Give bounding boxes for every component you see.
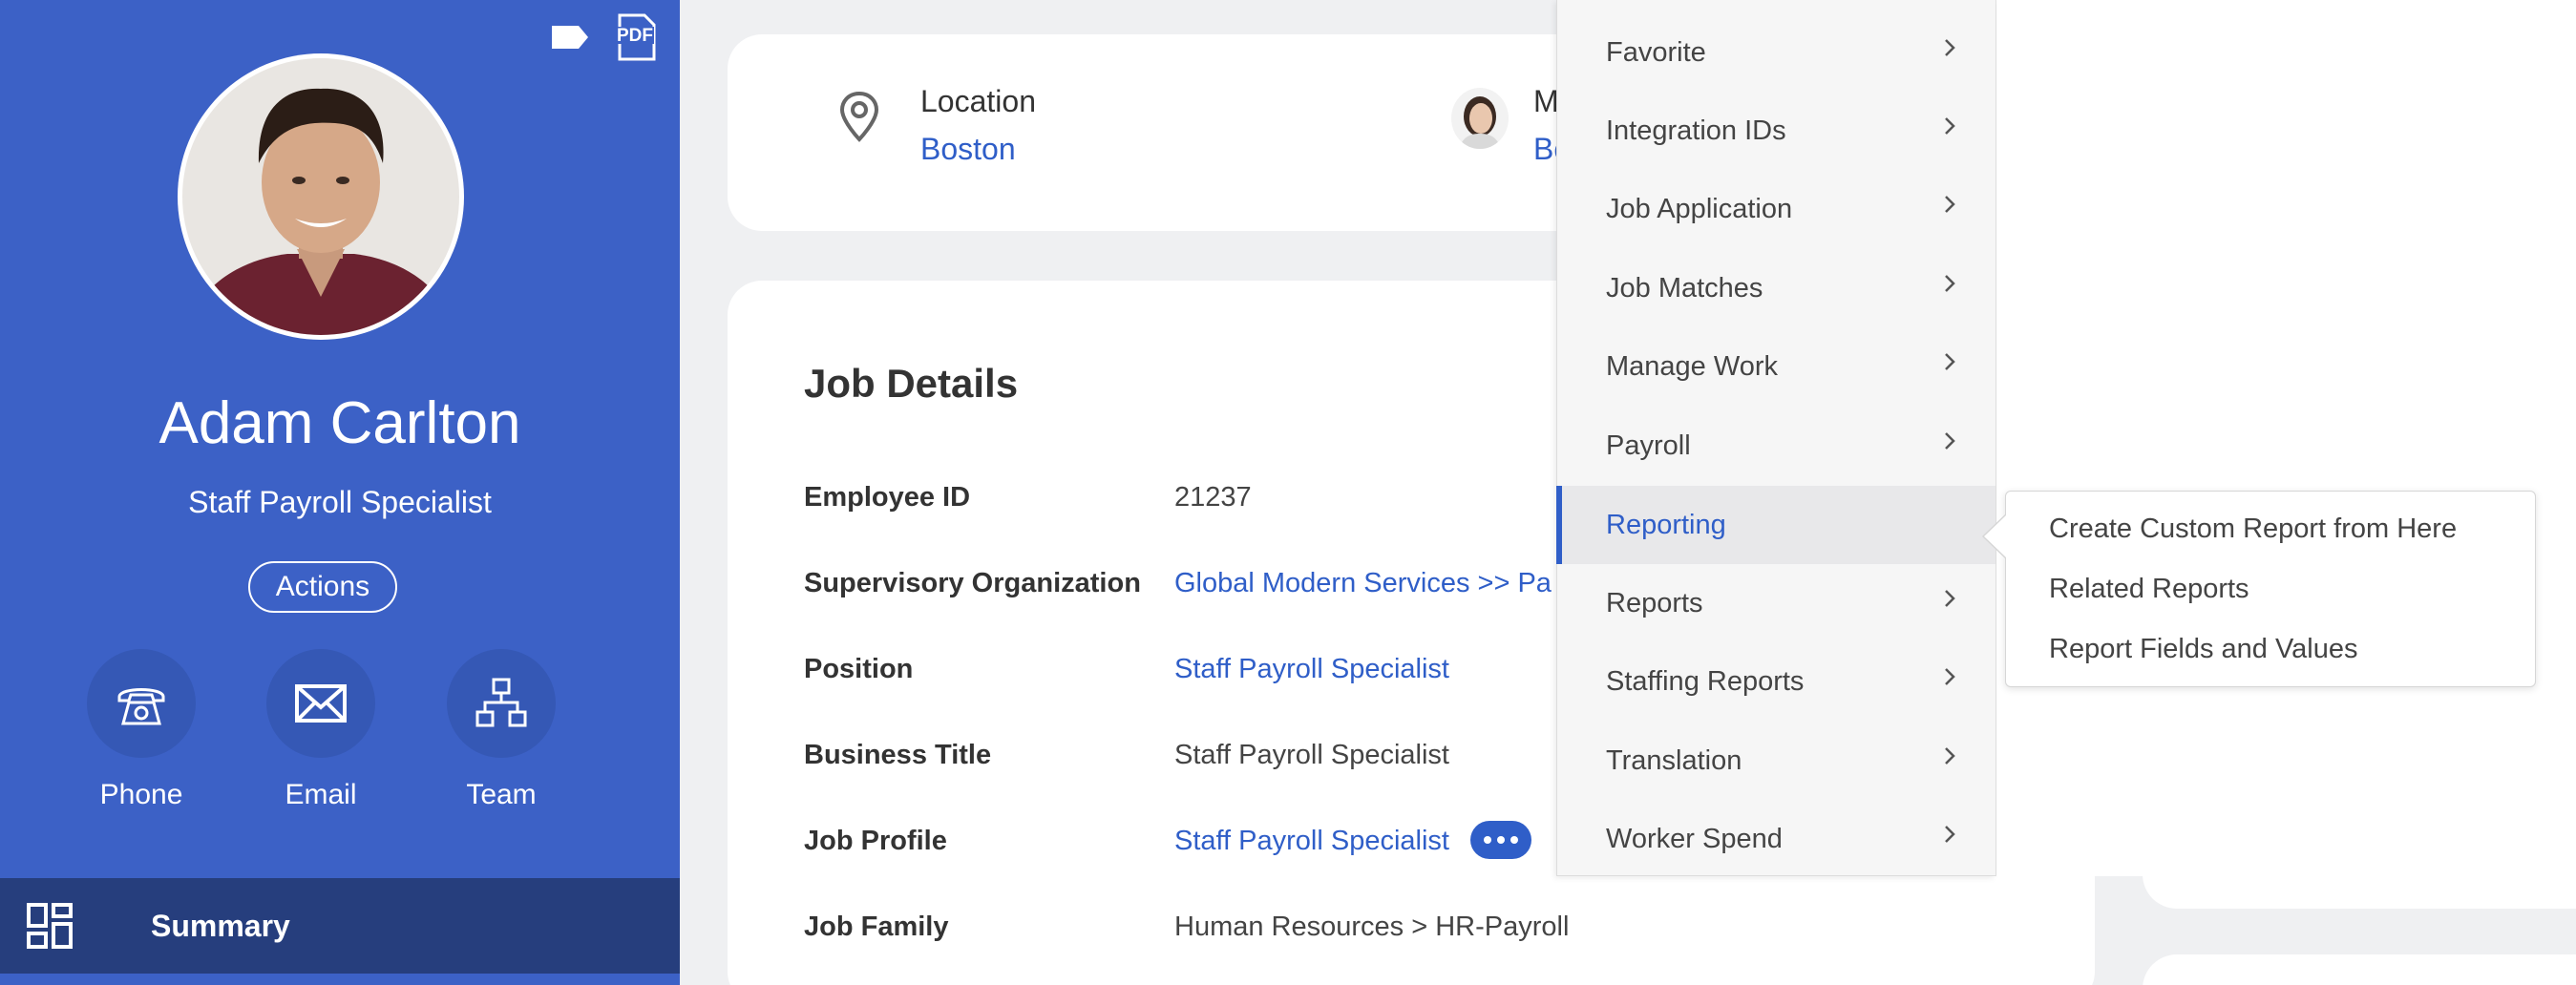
menu-item-job-application[interactable]: Job Application (1556, 170, 1995, 248)
manager-avatar (1451, 88, 1509, 149)
dot-icon (1510, 836, 1518, 844)
submenu-related-reports[interactable]: Related Reports (2049, 574, 2249, 605)
menu-flyout-area (1995, 0, 2576, 876)
chevron-right-icon (1945, 826, 1955, 843)
phone-button[interactable]: Phone (70, 649, 213, 811)
chevron-right-icon (1945, 590, 1955, 607)
position-link[interactable]: Staff Payroll Specialist (1174, 654, 1449, 685)
location-link[interactable]: Boston (920, 132, 1016, 167)
menu-item-favorite[interactable]: Favorite (1556, 13, 1995, 92)
manager-label: M (1533, 84, 1559, 118)
menu-item-job-matches[interactable]: Job Matches (1556, 249, 1995, 327)
worker-profile-sidebar: PDF Adam Carlton Staff Payroll Specialis… (0, 0, 680, 985)
menu-item-reports[interactable]: Reports (1556, 564, 1995, 642)
team-label: Team (466, 779, 537, 810)
menu-item-staffing-reports[interactable]: Staffing Reports (1556, 642, 1995, 721)
position-label: Position (804, 654, 914, 684)
submenu-report-fields-values[interactable]: Report Fields and Values (2049, 634, 2357, 665)
email-icon (266, 649, 375, 758)
chevron-right-icon (1945, 668, 1955, 685)
menu-item-label: Job Application (1606, 193, 1793, 224)
pdf-label: PDF (617, 26, 653, 46)
tag-icon[interactable] (546, 13, 594, 61)
employee-id-value: 21237 (1174, 482, 1252, 513)
menu-item-label: Staffing Reports (1606, 665, 1805, 697)
person-job-title: Staff Payroll Specialist (188, 485, 492, 519)
menu-item-translation[interactable]: Translation (1556, 722, 1995, 800)
job-details-title: Job Details (804, 361, 1019, 406)
chevron-right-icon (1945, 117, 1955, 135)
location-pin-icon (839, 91, 879, 142)
menu-item-label: Worker Spend (1606, 823, 1783, 854)
submenu-create-custom-report[interactable]: Create Custom Report from Here (2049, 513, 2457, 545)
location-label: Location (920, 84, 1036, 118)
menu-item-worker-spend[interactable]: Worker Spend (1556, 800, 1995, 878)
actions-button[interactable]: Actions (248, 561, 397, 613)
menu-item-label: Payroll (1606, 430, 1691, 461)
sidebar-next-item-edge (0, 974, 680, 985)
phone-icon (87, 649, 196, 758)
menu-item-integration-ids[interactable]: Integration IDs (1556, 92, 1995, 170)
menu-item-label: Job Matches (1606, 272, 1763, 304)
menu-item-reporting[interactable]: Reporting (1556, 486, 1995, 564)
menu-item-label: Manage Work (1606, 350, 1778, 382)
menu-item-label: Translation (1606, 744, 1742, 776)
menu-item-label: Integration IDs (1606, 115, 1786, 146)
related-actions-button[interactable] (1470, 821, 1531, 859)
org-chart-icon (447, 649, 556, 758)
pdf-icon[interactable]: PDF (613, 13, 661, 61)
chevron-right-icon (1945, 196, 1955, 213)
menu-item-label: Reports (1606, 587, 1703, 618)
supervisory-org-label: Supervisory Organization (804, 568, 1141, 598)
email-label: Email (285, 779, 357, 810)
chevron-right-icon (1945, 353, 1955, 370)
business-title-value: Staff Payroll Specialist (1174, 740, 1449, 770)
profile-photo (182, 58, 459, 335)
sidebar-item-summary[interactable]: Summary (0, 878, 680, 974)
phone-label: Phone (99, 779, 183, 810)
team-button[interactable]: Team (430, 649, 573, 811)
avatar (178, 53, 464, 340)
right-card-lower (2143, 954, 2576, 985)
job-family-value: Human Resources > HR-Payroll (1174, 912, 1570, 942)
menu-item-manage-work[interactable]: Manage Work (1556, 327, 1995, 406)
business-title-label: Business Title (804, 740, 992, 770)
email-button[interactable]: Email (249, 649, 392, 811)
person-name: Adam Carlton (158, 390, 521, 456)
chevron-right-icon (1945, 275, 1955, 292)
menu-item-label: Favorite (1606, 36, 1706, 68)
chevron-right-icon (1945, 747, 1955, 765)
job-profile-link[interactable]: Staff Payroll Specialist (1174, 826, 1449, 857)
menu-item-label: Reporting (1606, 509, 1726, 540)
menu-item-payroll[interactable]: Payroll (1556, 407, 1995, 485)
employee-id-label: Employee ID (804, 482, 971, 513)
chevron-right-icon (1945, 39, 1955, 56)
job-profile-label: Job Profile (804, 826, 947, 856)
supervisory-org-link[interactable]: Global Modern Services >> Pa (1174, 568, 1552, 599)
submenu-pointer-fill (1984, 515, 2006, 557)
chevron-right-icon (1945, 432, 1955, 450)
dashboard-icon (27, 903, 73, 949)
dot-icon (1497, 836, 1505, 844)
sidebar-item-label: Summary (151, 908, 290, 943)
job-family-label: Job Family (804, 912, 949, 942)
dot-icon (1484, 836, 1491, 844)
